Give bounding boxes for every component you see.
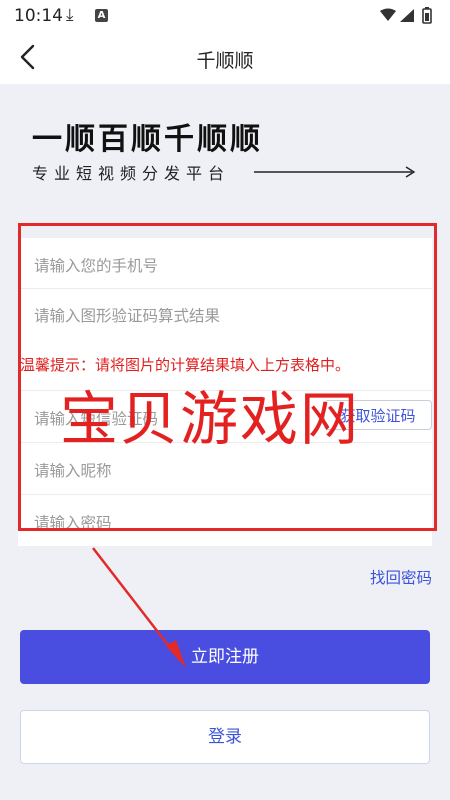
forgot-password-link[interactable]: 找回密码: [370, 566, 432, 588]
platform-subtitle: 专业短视频分发平台: [32, 164, 231, 183]
status-time: 10:14: [14, 6, 63, 26]
wifi-signal-battery-icon: [380, 7, 432, 24]
brand-slogan-title: 一顺百顺千顺顺: [32, 122, 263, 157]
download-icon: ⤓: [66, 5, 74, 25]
notification-a-icon: A: [95, 9, 108, 22]
watermark-text: 宝贝游戏网: [60, 385, 361, 453]
register-button[interactable]: 立即注册: [20, 630, 430, 684]
decorative-arrow-icon: [254, 166, 416, 178]
status-icons: [378, 7, 438, 29]
app-header: 千顺顺: [0, 32, 450, 84]
page-title: 千顺顺: [196, 50, 254, 72]
login-button[interactable]: 登录: [20, 710, 430, 764]
status-bar: 10:14 ⤓ A: [0, 0, 450, 32]
